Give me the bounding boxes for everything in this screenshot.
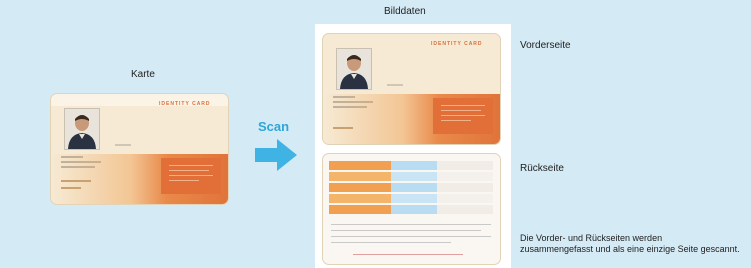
scan-label: Scan [258, 119, 290, 134]
image-data-label: Bilddaten [384, 6, 426, 17]
scanned-card-front: IDENTITY CARD [323, 34, 500, 144]
arrow-right-icon [255, 139, 297, 171]
person-icon [340, 55, 368, 89]
scanned-card-back [323, 154, 500, 264]
person-icon [68, 115, 96, 149]
portrait-photo [64, 108, 100, 150]
note-line-2: zusammengefasst und als eine einzige Sei… [520, 244, 740, 254]
card-label: Karte [131, 69, 155, 80]
scanned-card-title: IDENTITY CARD [431, 41, 483, 47]
note-line-1: Die Vorder- und Rückseiten werden [520, 233, 663, 243]
back-label: Rückseite [520, 163, 564, 174]
id-card-front: IDENTITY CARD [51, 94, 228, 204]
scanned-portrait-photo [336, 48, 372, 90]
front-label: Vorderseite [520, 40, 571, 51]
image-data-panel: IDENTITY CARD [315, 24, 511, 268]
card-title: IDENTITY CARD [159, 101, 211, 107]
